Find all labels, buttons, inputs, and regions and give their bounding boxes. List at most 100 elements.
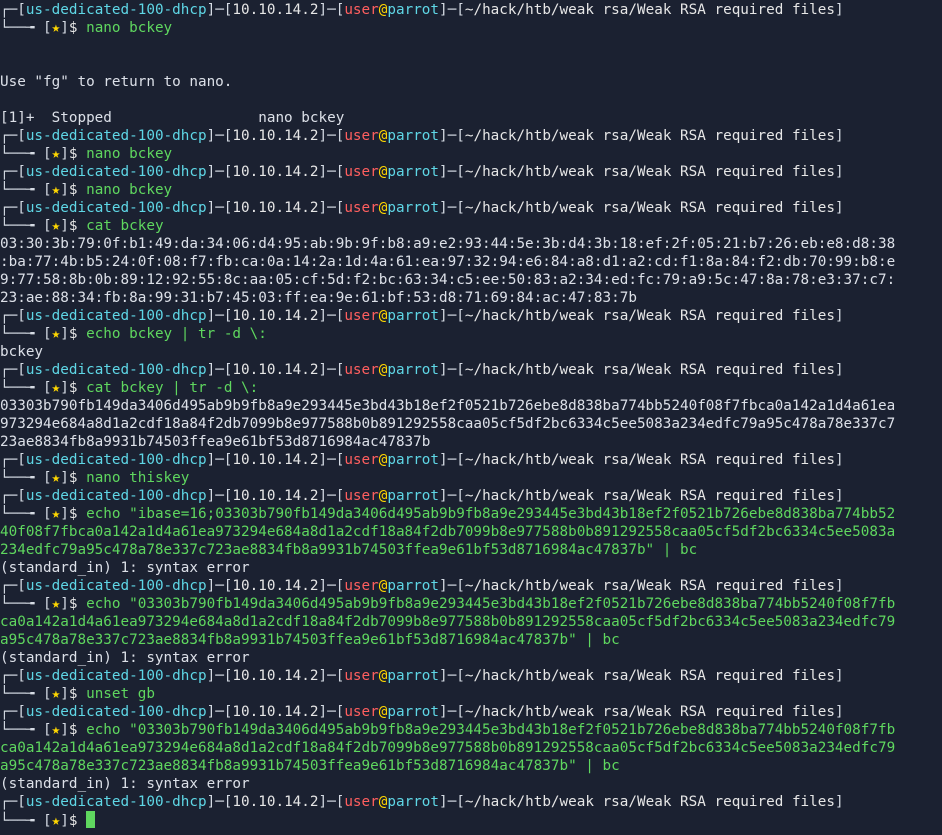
command-continuation: 234edfc79a95c478a78e337c723ae8834fb8a993… — [0, 541, 942, 559]
output-line: :ba:77:4b:b5:24:0f:08:f7:fb:ca:0a:14:2a:… — [0, 254, 896, 270]
prompt-ip: 10.10.14.2 — [232, 668, 319, 684]
prompt-path: ~/hack/htb/weak rsa/Weak RSA required fi… — [464, 362, 835, 378]
prompt-machine: parrot — [387, 2, 440, 18]
prompt-user: user — [344, 794, 379, 810]
prompt-ip: 10.10.14.2 — [232, 128, 319, 144]
star-icon: ★ — [51, 326, 61, 342]
prompt-path: ~/hack/htb/weak rsa/Weak RSA required fi… — [464, 200, 835, 216]
prompt-header: ┌─[us-dedicated-100-dhcp]─[10.10.14.2]─[… — [0, 488, 844, 504]
star-icon: ★ — [51, 506, 61, 522]
prompt-machine: parrot — [387, 200, 440, 216]
prompt-dollar: $ — [68, 813, 87, 829]
command-text: 40f08f7fbca0a142a1d4a61ea973294e684a8d1a… — [0, 524, 896, 540]
prompt-ip: 10.10.14.2 — [232, 488, 319, 504]
prompt-path: ~/hack/htb/weak rsa/Weak RSA required fi… — [464, 668, 835, 684]
command-line: └──╼ [★]$ unset gb — [0, 686, 155, 702]
prompt-header: ┌─[us-dedicated-100-dhcp]─[10.10.14.2]─[… — [0, 2, 844, 18]
prompt-ip: 10.10.14.2 — [232, 578, 319, 594]
command-line: └──╼ [★]$ nano bckey — [0, 182, 173, 198]
prompt-dollar: $ — [68, 506, 87, 522]
prompt-user: user — [344, 362, 379, 378]
prompt-host: us-dedicated-100-dhcp — [25, 452, 207, 468]
command-line: └──╼ [★]$ echo "ibase=16;03303b790fb149d… — [0, 506, 896, 522]
prompt-user: user — [344, 704, 379, 720]
prompt-machine: parrot — [387, 578, 440, 594]
command-continuation: 40f08f7fbca0a142a1d4a61ea973294e684a8d1a… — [0, 523, 942, 541]
prompt-header: ┌─[us-dedicated-100-dhcp]─[10.10.14.2]─[… — [0, 668, 844, 684]
prompt-header: ┌─[us-dedicated-100-dhcp]─[10.10.14.2]─[… — [0, 452, 844, 468]
output-line: 23ae8834fb8a9931b74503ffea9e61bf53d87169… — [0, 434, 431, 450]
prompt-host: us-dedicated-100-dhcp — [25, 578, 207, 594]
command-text: nano bckey — [86, 182, 173, 198]
star-icon: ★ — [51, 686, 61, 702]
prompt-machine: parrot — [387, 164, 440, 180]
prompt-header: ┌─[us-dedicated-100-dhcp]─[10.10.14.2]─[… — [0, 704, 844, 720]
prompt-user: user — [344, 578, 379, 594]
prompt-host: us-dedicated-100-dhcp — [25, 308, 207, 324]
prompt-path: ~/hack/htb/weak rsa/Weak RSA required fi… — [464, 164, 835, 180]
prompt-ip: 10.10.14.2 — [232, 164, 319, 180]
command-continuation: ca0a142a1d4a61ea973294e684a8d1a2cdf18a84… — [0, 739, 942, 757]
command-text: nano thiskey — [86, 470, 190, 486]
prompt-dollar: $ — [68, 596, 87, 612]
output-line: (standard_in) 1: syntax error — [0, 776, 250, 792]
terminal-window[interactable]: ┌─[us-dedicated-100-dhcp]─[10.10.14.2]─[… — [0, 0, 942, 835]
star-icon: ★ — [51, 146, 61, 162]
prompt-ip: 10.10.14.2 — [232, 452, 319, 468]
prompt-header: ┌─[us-dedicated-100-dhcp]─[10.10.14.2]─[… — [0, 128, 844, 144]
star-icon: ★ — [51, 182, 61, 198]
star-icon: ★ — [51, 470, 61, 486]
prompt-user: user — [344, 128, 379, 144]
prompt-path: ~/hack/htb/weak rsa/Weak RSA required fi… — [464, 488, 835, 504]
output-line: 973294e684a8d1a2cdf18a84f2db7099b8e97758… — [0, 416, 896, 432]
command-text: 234edfc79a95c478a78e337c723ae8834fb8a993… — [0, 542, 698, 558]
prompt-dollar: $ — [68, 722, 87, 738]
prompt-machine: parrot — [387, 704, 440, 720]
prompt-ip: 10.10.14.2 — [232, 362, 319, 378]
prompt-machine: parrot — [387, 668, 440, 684]
command-text: a95c478a78e337c723ae8834fb8a9931b74503ff… — [0, 758, 620, 774]
prompt-dollar: $ — [68, 686, 87, 702]
prompt-host: us-dedicated-100-dhcp — [25, 488, 207, 504]
prompt-machine: parrot — [387, 488, 440, 504]
command-text: nano bckey — [86, 20, 173, 36]
prompt-header: ┌─[us-dedicated-100-dhcp]─[10.10.14.2]─[… — [0, 794, 844, 810]
prompt-host: us-dedicated-100-dhcp — [25, 794, 207, 810]
star-icon: ★ — [51, 722, 61, 738]
star-icon: ★ — [51, 813, 61, 829]
prompt-dollar: $ — [68, 218, 87, 234]
command-text: echo "ibase=16;03303b790fb149da3406d495a… — [86, 506, 896, 522]
command-line[interactable]: └──╼ [★]$ — [0, 811, 942, 829]
prompt-path: ~/hack/htb/weak rsa/Weak RSA required fi… — [464, 308, 835, 324]
output-line: 9:77:58:8b:0b:89:12:92:55:8c:aa:05:cf:5d… — [0, 272, 896, 288]
prompt-host: us-dedicated-100-dhcp — [25, 362, 207, 378]
prompt-user: user — [344, 2, 379, 18]
prompt-ip: 10.10.14.2 — [232, 2, 319, 18]
prompt-dollar: $ — [68, 182, 87, 198]
prompt-dollar: $ — [68, 470, 87, 486]
prompt-user: user — [344, 488, 379, 504]
prompt-path: ~/hack/htb/weak rsa/Weak RSA required fi… — [464, 578, 835, 594]
command-text: echo "03303b790fb149da3406d495ab9b9fb8a9… — [86, 722, 896, 738]
prompt-header: ┌─[us-dedicated-100-dhcp]─[10.10.14.2]─[… — [0, 308, 844, 324]
command-text: echo bckey | tr -d \: — [86, 326, 267, 342]
prompt-header: ┌─[us-dedicated-100-dhcp]─[10.10.14.2]─[… — [0, 578, 844, 594]
prompt-dollar: $ — [68, 20, 87, 36]
terminal-cursor[interactable] — [86, 811, 96, 828]
star-icon: ★ — [51, 596, 61, 612]
output-line: 03303b790fb149da3406d495ab9b9fb8a9e29344… — [0, 398, 896, 414]
command-text: echo "03303b790fb149da3406d495ab9b9fb8a9… — [86, 596, 896, 612]
prompt-machine: parrot — [387, 362, 440, 378]
star-icon: ★ — [51, 218, 61, 234]
prompt-path: ~/hack/htb/weak rsa/Weak RSA required fi… — [464, 794, 835, 810]
prompt-user: user — [344, 452, 379, 468]
prompt-host: us-dedicated-100-dhcp — [25, 2, 207, 18]
prompt-path: ~/hack/htb/weak rsa/Weak RSA required fi… — [464, 704, 835, 720]
star-icon: ★ — [51, 20, 61, 36]
prompt-header: ┌─[us-dedicated-100-dhcp]─[10.10.14.2]─[… — [0, 164, 844, 180]
output-line: bckey — [0, 344, 44, 360]
command-line: └──╼ [★]$ echo bckey | tr -d \: — [0, 326, 267, 342]
star-icon: ★ — [51, 380, 61, 396]
